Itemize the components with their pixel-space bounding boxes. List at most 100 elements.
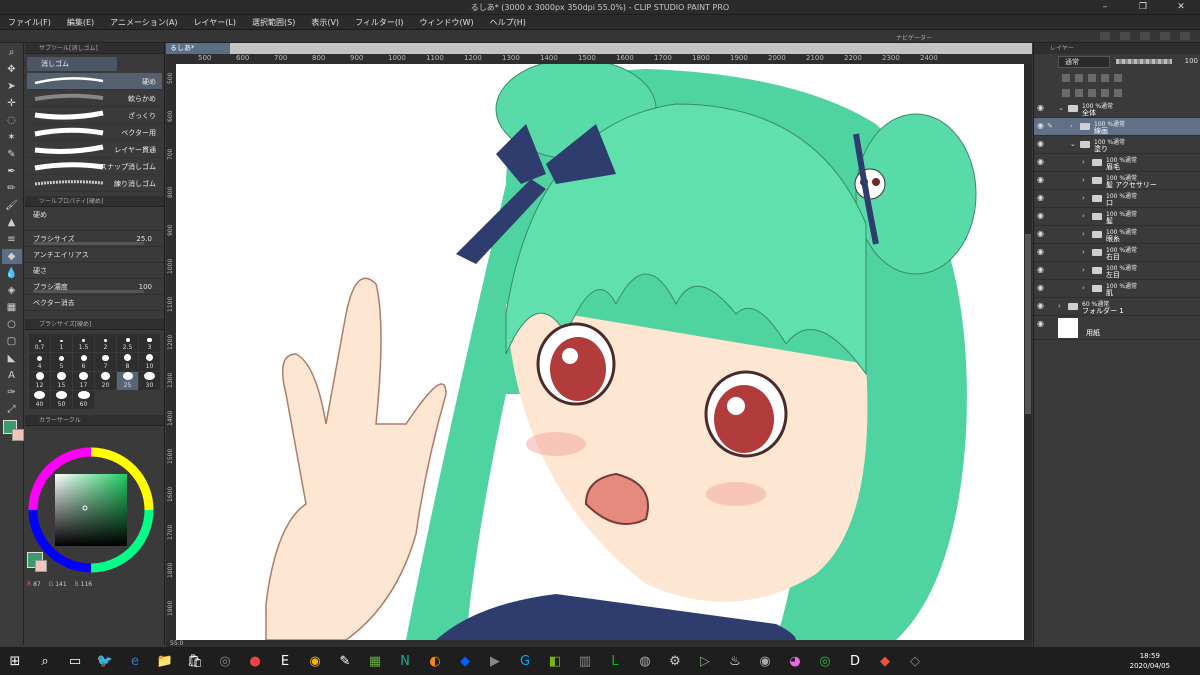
app6-icon[interactable]: ◕ <box>782 650 808 672</box>
brush-size-cell[interactable]: 20 <box>95 372 116 390</box>
opacity-value[interactable]: 100 <box>1185 57 1198 65</box>
visibility-eye-icon[interactable]: ◉ <box>1037 284 1045 292</box>
store-icon[interactable]: 🛍 <box>182 650 208 672</box>
gradient-icon[interactable]: ▦ <box>2 300 22 315</box>
record-icon[interactable]: ● <box>242 650 268 672</box>
menu-selection[interactable]: 選択範囲(S) <box>244 15 303 29</box>
nox-icon[interactable]: N <box>392 650 418 672</box>
d-icon[interactable]: D <box>842 650 868 672</box>
layer-row[interactable]: ◉ › 60 %通常 フォルダー 1 <box>1034 298 1200 316</box>
new-vector-icon[interactable] <box>1075 88 1083 97</box>
visibility-eye-icon[interactable]: ◉ <box>1037 212 1045 220</box>
cmd-button[interactable] <box>1160 32 1170 40</box>
visibility-eye-icon[interactable]: ◉ <box>1037 176 1045 184</box>
taskview-icon[interactable]: ▭ <box>62 650 88 672</box>
sub-color-swatch[interactable] <box>12 429 24 441</box>
brush-size-cell[interactable]: 40 <box>29 391 50 409</box>
visibility-eye-icon[interactable]: ◉ <box>1037 158 1045 166</box>
text-icon[interactable]: A <box>2 368 22 383</box>
ruler-icon[interactable]: ◣ <box>2 351 22 366</box>
new-layer-icon[interactable] <box>1062 88 1070 97</box>
explorer-icon[interactable]: 📁 <box>152 650 178 672</box>
blend-icon[interactable]: 💧 <box>2 266 22 281</box>
brush-size-row[interactable]: ブラシサイズ 25.0 <box>25 231 164 247</box>
cmd-button[interactable] <box>1180 32 1190 40</box>
clip-icon[interactable] <box>1062 73 1070 82</box>
menu-window[interactable]: ウィンドウ(W) <box>412 15 482 29</box>
layer-move-icon[interactable]: ✛ <box>2 96 22 111</box>
layer-row[interactable]: ◉ 用紙 <box>1034 316 1200 340</box>
app7-icon[interactable]: ◎ <box>812 650 838 672</box>
color-wheel[interactable] <box>25 430 165 580</box>
app5-icon[interactable]: ◉ <box>752 650 778 672</box>
balloon-icon[interactable]: ✑ <box>2 385 22 400</box>
dropbox-icon[interactable]: ◆ <box>452 650 478 672</box>
layer-row[interactable]: ◉ › 100 %通常肌 <box>1034 280 1200 298</box>
visibility-eye-icon[interactable]: ◉ <box>1037 122 1045 130</box>
fill-icon[interactable]: ◈ <box>2 283 22 298</box>
folder-expand-icon[interactable]: › <box>1082 284 1085 292</box>
canvas-vertical-scrollbar[interactable] <box>1024 64 1032 640</box>
visibility-eye-icon[interactable]: ◉ <box>1037 266 1045 274</box>
lock-icon[interactable] <box>1088 73 1096 82</box>
folder-expand-icon[interactable]: ⌄ <box>1058 104 1064 112</box>
clip-icon[interactable]: ✎ <box>332 650 358 672</box>
lasso-icon[interactable]: ◌ <box>2 113 22 128</box>
brush-size-cell[interactable]: 15 <box>51 372 72 390</box>
reference-icon[interactable] <box>1075 73 1083 82</box>
menu-help[interactable]: ヘルプ(H) <box>482 15 534 29</box>
layer-row[interactable]: ◉ › 100 %通常 左目 <box>1034 262 1200 280</box>
folder-expand-icon[interactable]: › <box>1082 176 1085 184</box>
subtool-item-soft[interactable]: 軟らかめ <box>27 90 162 107</box>
folder-expand-icon[interactable]: › <box>1082 212 1085 220</box>
zoom-tool-icon[interactable]: ⌕ <box>2 45 22 60</box>
app3-icon[interactable]: ◍ <box>632 650 658 672</box>
subtool-item-kneaded[interactable]: 練り消しゴム <box>27 175 162 192</box>
folder-expand-icon[interactable]: › <box>1082 248 1085 256</box>
folder-expand-icon[interactable]: › <box>1082 266 1085 274</box>
visibility-eye-icon[interactable]: ◉ <box>1037 230 1045 238</box>
layer-row[interactable]: ◉ › 100 %通常髪 <box>1034 208 1200 226</box>
sub-color-swatch[interactable] <box>35 560 47 572</box>
menu-filter[interactable]: フィルター(I) <box>347 15 411 29</box>
close-button[interactable]: ✕ <box>1162 0 1200 15</box>
zoom-value[interactable]: 55.0 <box>170 640 183 647</box>
illustration[interactable] <box>176 64 1024 640</box>
move-tool-icon[interactable]: ✥ <box>2 62 22 77</box>
brush-size-cell[interactable]: 25 <box>117 372 138 390</box>
brush-size-cell[interactable]: 3 <box>139 334 160 352</box>
visibility-eye-icon[interactable]: ◉ <box>1037 320 1045 328</box>
play-icon[interactable]: ▷ <box>692 650 718 672</box>
app9-icon[interactable]: ◇ <box>902 650 928 672</box>
subtool-item-vector[interactable]: ベクター用 <box>27 124 162 141</box>
layer-row[interactable]: ◉ ⌄ 100 %通常 塗り <box>1034 136 1200 154</box>
chrome-icon[interactable]: ◉ <box>302 650 328 672</box>
brush-size-cell[interactable]: 1.5 <box>73 334 94 352</box>
folder-expand-icon[interactable]: › <box>1058 302 1061 310</box>
opacity-slider[interactable] <box>1116 59 1172 64</box>
brush-icon[interactable]: 🖌 <box>2 198 22 213</box>
windows-icon[interactable]: ⊞ <box>2 650 28 672</box>
brush-size-cell[interactable]: 10 <box>139 353 160 371</box>
layer-row[interactable]: ◉ › 100 %通常 眉毛 <box>1034 154 1200 172</box>
maximize-button[interactable]: ❐ <box>1124 0 1162 15</box>
folder-expand-icon[interactable]: › <box>1082 230 1085 238</box>
magic-wand-icon[interactable]: ✶ <box>2 130 22 145</box>
mask-icon[interactable] <box>1101 73 1109 82</box>
brush-size-cell[interactable]: 60 <box>73 391 94 409</box>
twitter-icon[interactable]: 🐦 <box>92 650 118 672</box>
taskbar-clock[interactable]: 18:59 2020/04/05 <box>1130 651 1170 671</box>
merge-icon[interactable] <box>1101 88 1109 97</box>
brush-size-cell[interactable]: 0.7 <box>29 334 50 352</box>
brush-size-cell[interactable]: 50 <box>51 391 72 409</box>
delete-icon[interactable] <box>1114 88 1122 97</box>
media-icon[interactable]: ▶ <box>482 650 508 672</box>
visibility-eye-icon[interactable]: ◉ <box>1037 194 1045 202</box>
brush-size-cell[interactable]: 6 <box>73 353 94 371</box>
visibility-eye-icon[interactable]: ◉ <box>1037 104 1045 112</box>
eraser-icon[interactable]: ◆ <box>1 249 22 264</box>
ruler-icon[interactable] <box>1114 73 1122 82</box>
search-icon[interactable]: ⌕ <box>32 650 58 672</box>
subtool-item-hard[interactable]: 硬め <box>27 73 162 90</box>
folder-expand-icon[interactable]: › <box>1082 194 1085 202</box>
